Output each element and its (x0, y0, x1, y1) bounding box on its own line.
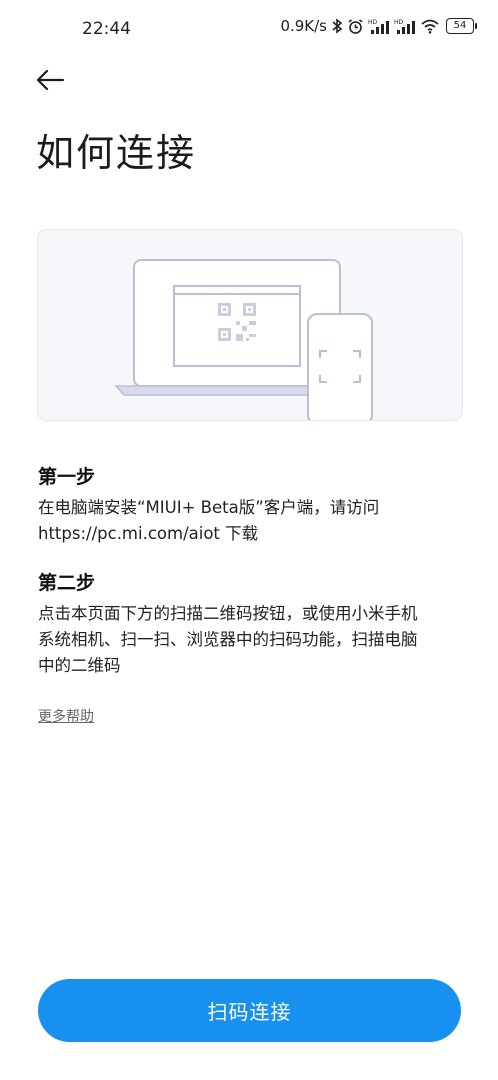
page-title: 如何连接 (36, 131, 197, 175)
battery-icon: 54 (446, 18, 477, 34)
scan-connect-button[interactable]: 扫码连接 (38, 979, 461, 1042)
step-2-line-3: 中的二维码 (38, 656, 121, 675)
signal-hd-icon: HD (394, 18, 416, 35)
wifi-icon (420, 18, 440, 34)
step-1-description: 在电脑端安装“MIUI+ Beta版”客户端，请访问 https://pc.mi… (38, 495, 478, 547)
svg-text:HD: HD (394, 19, 404, 26)
step-1-line-2: https://pc.mi.com/aiot 下载 (38, 524, 259, 543)
bluetooth-icon (331, 18, 343, 34)
more-help-link[interactable]: 更多帮助 (38, 706, 94, 726)
status-time: 22:44 (82, 19, 131, 39)
step-1-title: 第一步 (38, 466, 96, 488)
alarm-icon (347, 18, 364, 35)
arrow-left-icon (36, 69, 65, 91)
phone-scanner-icon (307, 313, 373, 420)
connection-illustration (37, 229, 463, 421)
svg-text:HD: HD (368, 19, 378, 26)
network-speed: 0.9K/s (280, 17, 327, 35)
step-2-title: 第二步 (38, 572, 96, 594)
step-2-line-2: 系统相机、扫一扫、浏览器中的扫码功能，扫描电脑 (38, 630, 418, 649)
step-2-line-1: 点击本页面下方的扫描二维码按钮，或使用小米手机 (38, 604, 418, 623)
laptop-phone-illustration (114, 259, 373, 420)
step-1-line-1: 在电脑端安装“MIUI+ Beta版”客户端，请访问 (38, 498, 380, 517)
signal-hd-icon: HD (368, 18, 390, 35)
back-button[interactable] (30, 62, 70, 98)
status-icons: 0.9K/s HD HD 54 (280, 17, 477, 35)
status-bar: 22:44 0.9K/s HD HD 54 (0, 0, 498, 58)
step-2-description: 点击本页面下方的扫描二维码按钮，或使用小米手机 系统相机、扫一扫、浏览器中的扫码… (38, 601, 478, 679)
